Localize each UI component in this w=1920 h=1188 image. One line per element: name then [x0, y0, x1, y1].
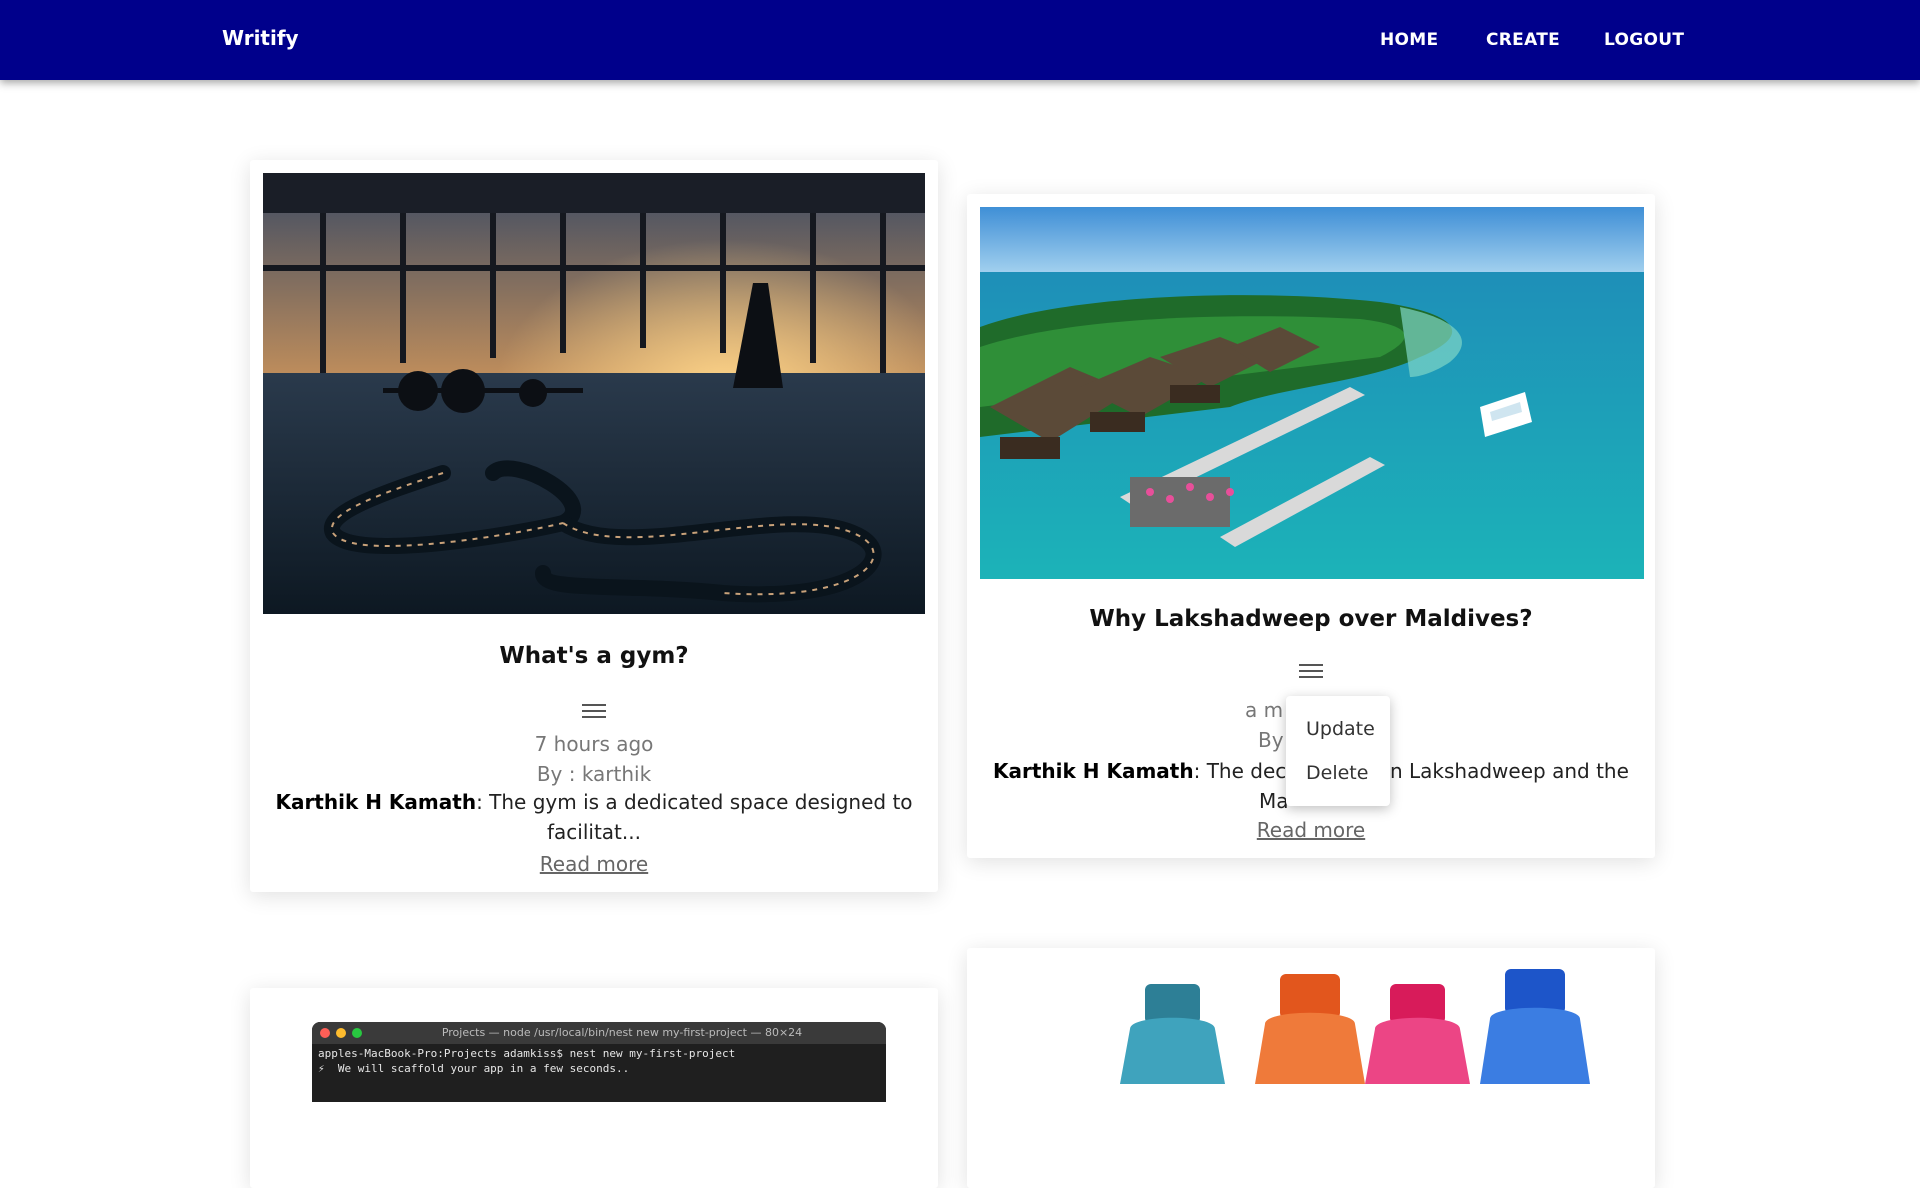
excerpt-author: Karthik H Kamath [993, 759, 1194, 783]
close-dot [320, 1028, 330, 1038]
post-card-bottles [967, 948, 1655, 1188]
brand-logo[interactable]: Writify [222, 26, 299, 50]
post-card-gym: What's a gym? 7 hours ago By : karthik K… [250, 160, 938, 892]
post-title[interactable]: Why Lakshadweep over Maldives? [967, 606, 1655, 632]
post-time: 7 hours ago [534, 732, 654, 756]
excerpt-line2-text: Ma [1259, 789, 1289, 813]
terminal-line-1: apples-MacBook-Pro:Projects adamkiss$ ne… [318, 1047, 736, 1060]
post-title[interactable]: What's a gym? [250, 643, 938, 669]
post-author: By : karthik [536, 762, 652, 786]
island-photo [980, 207, 1644, 579]
maximize-dot [352, 1028, 362, 1038]
read-more-link[interactable]: Read more [967, 818, 1655, 842]
nav-home-link[interactable]: HOME [1380, 30, 1438, 50]
post-menu-icon[interactable] [1299, 664, 1323, 680]
top-navbar: Writify HOME CREATE LOGOUT [0, 0, 1920, 80]
bottles-photo [980, 954, 1642, 1084]
post-options-dropdown: Update Delete [1286, 696, 1390, 806]
excerpt-text: : The gym is a dedicated space designed … [476, 790, 913, 844]
terminal-titlebar: Projects — node /usr/local/bin/nest new … [312, 1022, 886, 1044]
post-image-bottles[interactable] [980, 954, 1642, 1084]
terminal-line-2: ⚡ We will scaffold your app in a few sec… [318, 1062, 630, 1075]
post-author-text: By [1258, 728, 1284, 752]
excerpt-author: Karthik H Kamath [275, 790, 477, 814]
gym-photo [263, 173, 925, 614]
post-excerpt-right: n Lakshadweep and the [1390, 756, 1650, 786]
post-image-lakshadweep[interactable] [980, 207, 1644, 579]
post-image-gym[interactable] [263, 173, 925, 614]
delete-option[interactable]: Delete [1306, 762, 1368, 784]
read-more-link[interactable]: Read more [250, 852, 938, 876]
post-menu-icon[interactable] [582, 704, 606, 720]
nav-create-link[interactable]: CREATE [1486, 30, 1560, 50]
post-image-terminal[interactable]: Projects — node /usr/local/bin/nest new … [312, 1022, 886, 1102]
excerpt-text-right: n Lakshadweep and the [1390, 759, 1629, 783]
update-option[interactable]: Update [1306, 718, 1375, 740]
terminal-title: Projects — node /usr/local/bin/nest new … [441, 1026, 803, 1039]
post-excerpt-left: Karthik H Kamath: The decisi [993, 756, 1313, 786]
minimize-dot [336, 1028, 346, 1038]
nav-logout-link[interactable]: LOGOUT [1604, 30, 1684, 50]
post-excerpt: Karthik H Kamath: The gym is a dedicated… [270, 787, 918, 847]
post-time-text: a m [1245, 698, 1284, 722]
